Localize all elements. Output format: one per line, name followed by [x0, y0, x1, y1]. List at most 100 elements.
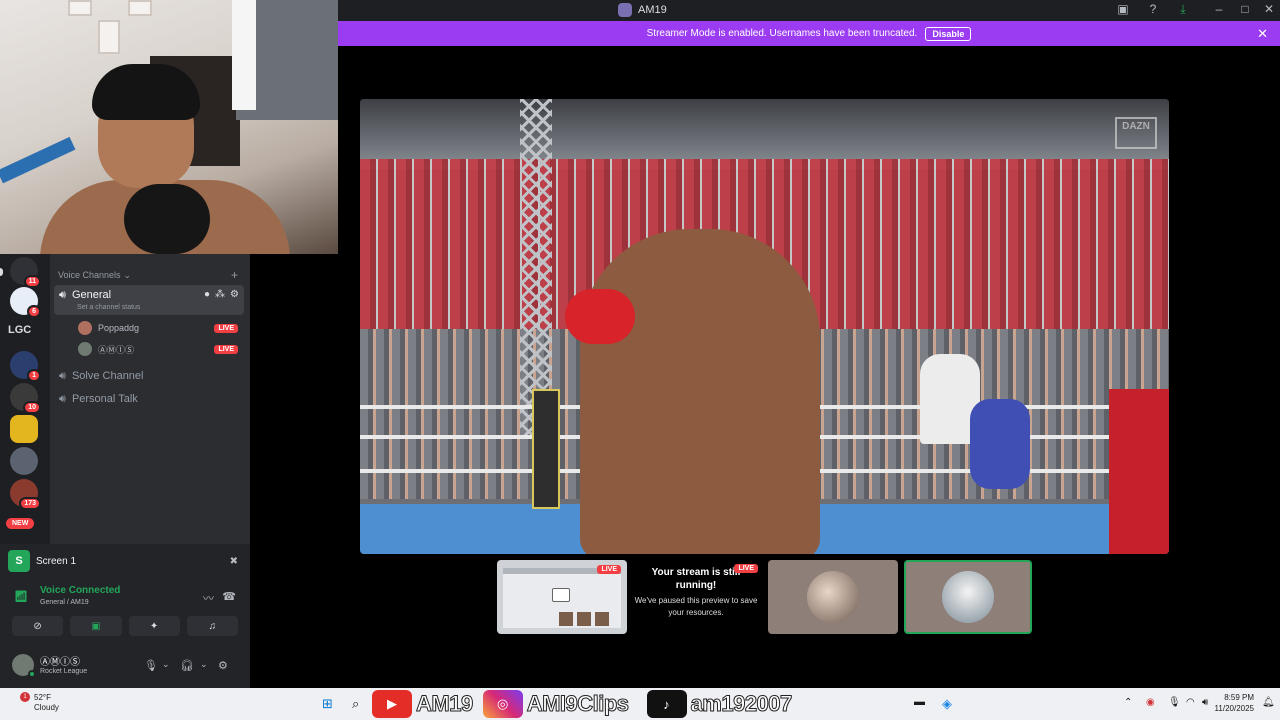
live-badge: LIVE [214, 344, 238, 354]
boxer [580, 229, 820, 554]
clock-time: 8:59 PM [1224, 693, 1254, 702]
stream-thumbnail-screen[interactable]: LIVE [497, 560, 627, 634]
stop-share-icon[interactable]: ✖ [230, 556, 238, 567]
channel-name: Solve Channel [71, 370, 144, 382]
app-icon[interactable]: ◈ [942, 696, 952, 712]
channel-name: General [71, 289, 112, 301]
stream-video[interactable]: DAZN [360, 99, 1169, 554]
server-icon[interactable]: 173 [10, 479, 41, 510]
mention-badge: 6 [27, 305, 41, 318]
microphone [124, 184, 210, 254]
close-window-icon[interactable]: ✕ [1260, 2, 1278, 16]
user-activity: Rocket League [40, 668, 88, 675]
live-badge: LIVE [734, 564, 758, 573]
participant-avatar [942, 571, 994, 623]
close-banner-icon[interactable]: ✕ [1257, 26, 1268, 42]
youtube-icon: ▶ [372, 690, 412, 718]
chevron-up-icon[interactable]: ⌃ [1124, 697, 1132, 708]
search-icon[interactable]: ⌕ [352, 696, 359, 712]
new-badge[interactable]: NEW [6, 518, 35, 529]
monitor-icon [552, 588, 570, 602]
screen-share-button[interactable]: ▣ [70, 616, 122, 636]
category-label: Voice Channels [58, 270, 121, 280]
voice-status: 📶︎ Voice Connected General / AM19 〰 ☎ [8, 582, 244, 616]
tray-app-icon[interactable]: ◉ [1146, 697, 1155, 708]
user-name[interactable]: ⒶⓂⒾⓈ [40, 653, 80, 668]
chat-icon[interactable]: ● [204, 289, 210, 300]
voice-channel-path: General / AM19 [40, 599, 89, 606]
minimize-icon[interactable]: – [1210, 2, 1228, 16]
channel-list: Voice Channels ⌄ + 🔊︎ General Set a chan… [50, 254, 250, 544]
signal-icon[interactable]: 📶︎ [14, 590, 28, 603]
avatar [78, 342, 92, 356]
server-icon [618, 3, 632, 17]
banner-text: Streamer Mode is enabled. Usernames have… [646, 28, 918, 39]
gear-icon[interactable]: ⚙ [218, 659, 228, 672]
server-icon[interactable]: 6 [10, 287, 41, 318]
wall-frame [98, 20, 120, 54]
server-icon[interactable]: 11 [10, 257, 41, 288]
live-badge: LIVE [214, 323, 238, 333]
camera-off-button[interactable]: ⊘ [12, 616, 64, 636]
system-clock[interactable]: 8:59 PM 11/20/2025 [1215, 692, 1254, 714]
screen-share-row[interactable]: S Screen 1 ✖ [8, 548, 244, 574]
curtain [232, 0, 256, 110]
mic-arm [0, 136, 76, 184]
chevron-down-icon[interactable]: ⌄ [200, 659, 208, 670]
mention-badge: 1 [27, 369, 41, 382]
chevron-down-icon[interactable]: ⌄ [162, 659, 170, 670]
paused-subtitle: We've paused this preview to save your r… [634, 596, 758, 617]
clock-date: 11/20/2025 [1214, 704, 1254, 713]
disable-button[interactable]: Disable [925, 26, 972, 41]
channel-status[interactable]: Set a channel status [77, 304, 140, 311]
chevron-down-icon: ⌄ [123, 270, 132, 280]
gear-icon[interactable]: ⚙ [230, 289, 239, 300]
download-icon[interactable]: ⤓ [1174, 2, 1192, 17]
voice-channel-personal[interactable]: 🔊︎ Personal Talk [54, 388, 244, 410]
channel-name: Personal Talk [71, 393, 138, 405]
soundboard-button[interactable]: ♫ [186, 616, 238, 636]
voice-member[interactable]: Poppaddg LIVE [78, 319, 242, 337]
participant-tile-selected[interactable] [904, 560, 1032, 634]
social-overlay: ▶ AM19 ◎ AMI9Clips ♪ am192007 [372, 688, 793, 720]
server-icon[interactable]: 1 [10, 351, 41, 382]
category-header[interactable]: Voice Channels ⌄ [58, 270, 131, 281]
weather-condition: Cloudy [34, 703, 59, 712]
notification-bell-icon[interactable]: 🔔︎ [1262, 697, 1275, 708]
create-channel-icon[interactable]: + [231, 268, 238, 282]
server-lgc[interactable]: LGC [8, 324, 31, 336]
microphone-icon[interactable]: 🎙︎ [1168, 697, 1181, 708]
disconnect-icon[interactable]: ☎ [222, 590, 236, 603]
server-icon[interactable]: 10 [10, 383, 41, 414]
server-icon[interactable] [10, 415, 38, 443]
voice-connected-label[interactable]: Voice Connected [40, 585, 120, 596]
weather-widget[interactable]: 1 52°F Cloudy [18, 692, 59, 713]
boxing-glove [565, 289, 635, 344]
window-title: AM19 [618, 3, 667, 17]
windows-start-icon[interactable]: ⊞ [322, 696, 333, 712]
window-title-text: AM19 [638, 4, 667, 16]
invite-icon[interactable]: ⁂ [215, 289, 225, 300]
server-icon[interactable] [10, 447, 38, 475]
microphone-icon[interactable]: 🎙︎ [144, 659, 158, 672]
wall-frame [68, 0, 92, 16]
broadcaster-watermark: DAZN [1115, 117, 1157, 149]
lighting-truss [520, 99, 552, 439]
inbox-icon[interactable]: ▣ [1114, 2, 1132, 16]
taskbar: 1 52°F Cloudy ⊞ ⌕ ▶ AM19 ◎ AMI9Clips ♪ a… [0, 688, 1280, 720]
channel-actions: ● ⁂ ⚙ [204, 289, 239, 300]
user-panel: S Screen 1 ✖ 📶︎ Voice Connected General … [0, 544, 250, 688]
voice-channel-solve[interactable]: 🔊︎ Solve Channel [54, 365, 244, 387]
headphones-icon[interactable]: 🎧︎ [180, 659, 194, 672]
maximize-icon[interactable]: □ [1236, 2, 1254, 16]
noise-suppression-icon[interactable]: 〰 [203, 590, 214, 606]
voice-controls: ⊘ ▣ ✦ ♫ [12, 616, 238, 636]
voice-channel-general[interactable]: 🔊︎ General Set a channel status ● ⁂ ⚙ [54, 285, 244, 315]
wifi-icon[interactable]: ◠ [1186, 697, 1195, 708]
volume-icon[interactable]: 🔊︎ [1202, 697, 1208, 708]
participant-tile[interactable] [768, 560, 898, 634]
app-icon[interactable]: ▬ [914, 696, 925, 708]
help-icon[interactable]: ? [1144, 2, 1162, 16]
activities-button[interactable]: ✦ [128, 616, 180, 636]
voice-member[interactable]: ⒶⓂⒾⓈ LIVE [78, 340, 242, 358]
